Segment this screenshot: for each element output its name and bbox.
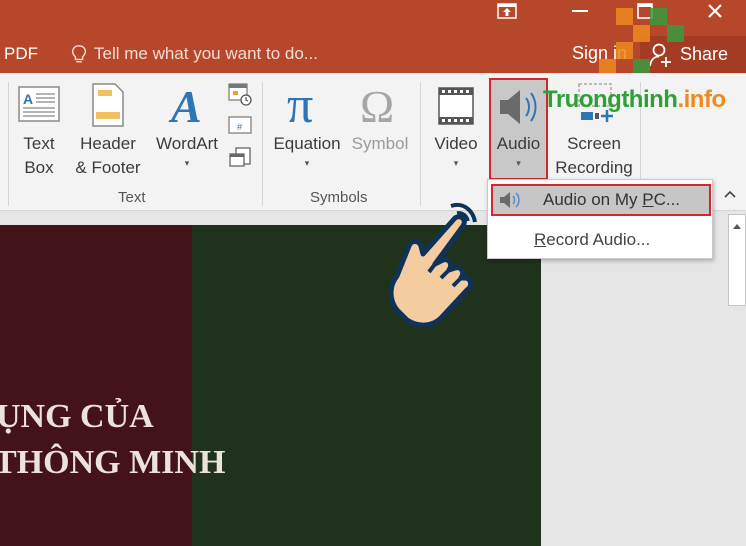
tab-pdf[interactable]: PDF	[4, 44, 38, 64]
omega-icon: Ω	[360, 82, 394, 128]
lightbulb-icon	[71, 45, 87, 63]
pi-icon: π	[287, 82, 313, 128]
header-footer-icon	[92, 83, 124, 127]
ribbon-display-icon	[497, 3, 517, 19]
ribbon-display-options-button[interactable]	[492, 0, 522, 22]
title-bar: PDF Tell me what you want to do... Sign …	[0, 0, 746, 76]
tell-me-search[interactable]: Tell me what you want to do...	[70, 44, 318, 64]
minimize-icon	[572, 10, 588, 12]
close-button[interactable]	[700, 0, 730, 22]
collapse-ribbon-button[interactable]	[723, 186, 737, 202]
slide-title[interactable]: ỤNG CỦA THÔNG MINH	[0, 394, 225, 486]
close-icon	[708, 4, 722, 18]
svg-text:#: #	[237, 122, 242, 132]
menu-item-record-audio[interactable]: Record Audio...	[488, 222, 712, 258]
powerpoint-window: PDF Tell me what you want to do... Sign …	[0, 0, 746, 546]
equation-button[interactable]: π Equation ▾	[268, 82, 346, 170]
chevron-down-icon: ▾	[304, 158, 310, 168]
date-time-button[interactable]	[228, 82, 252, 106]
audio-dropdown-menu: Audio on My P C... Record Audio...	[487, 179, 713, 259]
object-button[interactable]	[228, 146, 252, 168]
svg-text:A: A	[23, 91, 33, 107]
svg-text:A: A	[168, 82, 202, 128]
ribbon-separator	[262, 82, 263, 206]
chevron-up-icon	[724, 190, 736, 198]
speaker-icon	[499, 90, 536, 124]
object-icon	[229, 147, 251, 167]
slide-number-icon: #	[228, 116, 252, 134]
video-button[interactable]: Video ▾	[428, 82, 484, 170]
watermark-text: Truongthinh.info	[543, 86, 726, 113]
group-label-symbols: Symbols	[310, 189, 368, 206]
add-person-icon	[649, 43, 671, 67]
scrollbar[interactable]	[728, 214, 746, 306]
symbol-button[interactable]: Ω Symbol	[347, 82, 413, 156]
date-time-icon	[228, 83, 252, 106]
share-label: Share	[680, 44, 729, 64]
slide-number-button[interactable]: #	[228, 114, 252, 136]
group-label-text: Text	[118, 189, 146, 206]
scroll-up-icon	[733, 224, 741, 229]
slide-panel-left	[0, 225, 192, 546]
ribbon-separator	[420, 82, 421, 206]
tell-me-placeholder: Tell me what you want to do...	[94, 44, 318, 63]
text-box-icon: A	[18, 86, 60, 122]
wordart-button[interactable]: A WordArt ▾	[150, 82, 224, 170]
share-button[interactable]: Share	[640, 36, 746, 73]
audio-button[interactable]: Audio ▾	[489, 78, 548, 180]
chevron-down-icon: ▾	[516, 158, 521, 168]
ribbon-separator	[8, 82, 9, 206]
svg-text:Ω: Ω	[360, 82, 394, 128]
right-pane	[541, 211, 746, 546]
text-box-button[interactable]: A Text Box	[14, 82, 64, 180]
film-icon	[438, 87, 474, 125]
svg-text:π: π	[287, 82, 313, 128]
chevron-down-icon: ▾	[184, 158, 190, 168]
minimize-button[interactable]	[565, 0, 595, 22]
menu-item-audio-on-my-pc[interactable]: Audio on My P C...	[491, 184, 711, 216]
wordart-icon: A	[168, 82, 202, 128]
speaker-icon	[500, 192, 520, 208]
pointing-hand-icon	[388, 203, 477, 328]
chevron-down-icon: ▾	[453, 158, 459, 168]
header-footer-button[interactable]: Header & Footer	[70, 82, 146, 180]
